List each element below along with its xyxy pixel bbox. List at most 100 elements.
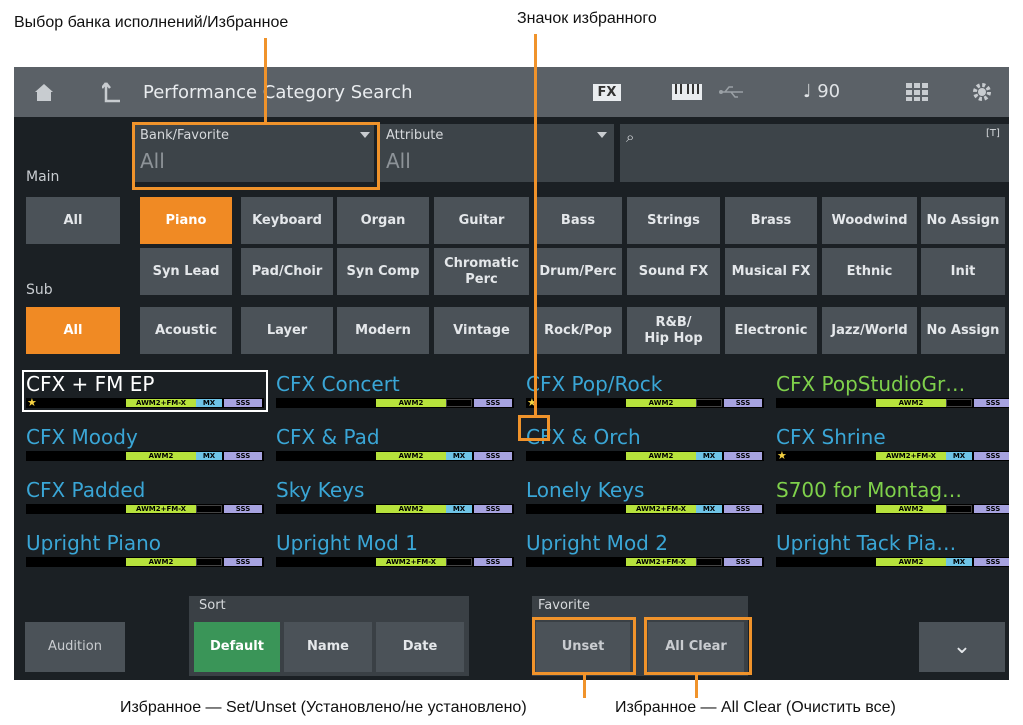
main-category-init[interactable]: Init bbox=[921, 248, 1005, 295]
tag-awm2: AWM2 bbox=[376, 452, 446, 460]
sort-date-button[interactable]: Date bbox=[376, 622, 464, 672]
back-arrow-icon[interactable] bbox=[94, 67, 130, 117]
performance-name: CFX Moody bbox=[26, 425, 138, 449]
tag-mx: MX bbox=[446, 452, 472, 460]
tag-mx bbox=[946, 505, 972, 513]
sub-category-no-assign[interactable]: No Assign bbox=[921, 307, 1005, 354]
performance-name: Upright Piano bbox=[26, 531, 162, 555]
performance-item[interactable]: CFX & Pad AWM2 MX SSS bbox=[272, 425, 516, 465]
leader-line-bank bbox=[264, 38, 267, 123]
keyboard-icon[interactable] bbox=[669, 67, 705, 117]
tag-mx bbox=[696, 399, 722, 407]
sort-default-button[interactable]: Default bbox=[194, 622, 280, 672]
performance-item[interactable]: Sky Keys AWM2 MX SSS bbox=[272, 478, 516, 518]
main-label: Main bbox=[26, 169, 60, 185]
performance-item[interactable]: Upright Tack Pia… AWM2 MX SSS bbox=[772, 531, 1009, 571]
performance-name: CFX Concert bbox=[276, 372, 400, 396]
tag-awm2: AWM2+FM-X bbox=[626, 558, 696, 566]
performance-name: CFX Pop/Rock bbox=[526, 372, 663, 396]
main-category-guitar[interactable]: Guitar bbox=[434, 197, 529, 244]
performance-item[interactable]: CFX Shrine AWM2+FM-X MX SSS ★ bbox=[772, 425, 1009, 465]
tag-sss: SSS bbox=[224, 452, 262, 460]
grid-menu-icon[interactable] bbox=[899, 67, 935, 117]
tag-awm2: AWM2 bbox=[876, 399, 946, 407]
callout-box-favorite-icon bbox=[518, 415, 550, 441]
sort-name-button[interactable]: Name bbox=[284, 622, 372, 672]
callout-favorite-set-unset: Избранное — Set/Unset (Установлено/не ус… bbox=[120, 699, 527, 716]
tag-awm2: AWM2 bbox=[876, 558, 946, 566]
attribute-select[interactable]: Attribute All bbox=[380, 124, 614, 182]
performance-item[interactable]: CFX & Orch AWM2 MX SSS bbox=[522, 425, 766, 465]
sub-category-rock-pop[interactable]: Rock/Pop bbox=[534, 307, 622, 354]
main-category-keyboard[interactable]: Keyboard bbox=[241, 197, 333, 244]
main-category-pad-choir[interactable]: Pad/Choir bbox=[241, 248, 333, 295]
tag-mx: MX bbox=[946, 558, 972, 566]
sub-category-acoustic[interactable]: Acoustic bbox=[140, 307, 232, 354]
performance-item[interactable]: CFX Concert AWM2 SSS bbox=[272, 372, 516, 412]
sub-category-modern[interactable]: Modern bbox=[337, 307, 429, 354]
tag-mx bbox=[696, 558, 722, 566]
attribute-value: All bbox=[386, 149, 411, 173]
main-category-no-assign[interactable]: No Assign bbox=[921, 197, 1005, 244]
main-category-syn-comp[interactable]: Syn Comp bbox=[337, 248, 429, 295]
tag-sss: SSS bbox=[474, 452, 512, 460]
sub-category-all[interactable]: All bbox=[26, 307, 120, 354]
usb-icon bbox=[714, 67, 750, 117]
tag-awm2: AWM2 bbox=[376, 399, 446, 407]
gear-icon[interactable] bbox=[964, 67, 1000, 117]
main-category-organ[interactable]: Organ bbox=[337, 197, 429, 244]
audition-button[interactable]: Audition bbox=[25, 622, 125, 672]
main-category-woodwind[interactable]: Woodwind bbox=[822, 197, 917, 244]
performance-item[interactable]: CFX PopStudioGr… AWM2 SSS bbox=[772, 372, 1009, 412]
performance-item[interactable]: CFX Pop/Rock AWM2 SSS ★ bbox=[522, 372, 766, 412]
favorite-star-icon: ★ bbox=[777, 449, 787, 462]
tag-awm2: AWM2 bbox=[626, 452, 696, 460]
main-category-strings[interactable]: Strings bbox=[627, 197, 720, 244]
sub-category-jazz-world[interactable]: Jazz/World bbox=[822, 307, 917, 354]
main-category-ethnic[interactable]: Ethnic bbox=[822, 248, 917, 295]
performance-attribute-strip: AWM2+FM-X MX SSS bbox=[776, 451, 1009, 461]
performance-item[interactable]: Upright Mod 1 AWM2+FM-X SSS bbox=[272, 531, 516, 571]
performance-item[interactable]: Upright Piano AWM2 SSS bbox=[22, 531, 266, 571]
sub-category-layer[interactable]: Layer bbox=[241, 307, 333, 354]
main-category-chromatic-perc[interactable]: Chromatic Perc bbox=[434, 248, 529, 295]
main-category-sound-fx[interactable]: Sound FX bbox=[627, 248, 720, 295]
fx-icon[interactable]: FX bbox=[584, 67, 630, 117]
sub-category-r-b-hip-hop[interactable]: R&B/ Hip Hop bbox=[627, 307, 720, 354]
performance-item[interactable]: CFX Padded AWM2+FM-X SSS bbox=[22, 478, 266, 518]
performance-list: CFX + FM EP AWM2+FM-X MX SSS ★ CFX Concert AWM… bbox=[22, 370, 1009, 584]
performance-item[interactable]: S700 for Montag… AWM2 SSS bbox=[772, 478, 1009, 518]
tag-mx bbox=[446, 399, 472, 407]
favorite-label: Favorite bbox=[538, 598, 590, 613]
performance-item[interactable]: Upright Mod 2 AWM2+FM-X SSS bbox=[522, 531, 766, 571]
sub-category-electronic[interactable]: Electronic bbox=[725, 307, 817, 354]
tag-sss: SSS bbox=[224, 505, 262, 513]
tag-sss: SSS bbox=[974, 558, 1009, 566]
tempo-display[interactable]: ♩ 90 bbox=[803, 81, 840, 102]
tag-mx bbox=[196, 505, 222, 513]
main-category-drum-perc[interactable]: Drum/Perc bbox=[534, 248, 622, 295]
tag-mx: MX bbox=[696, 452, 722, 460]
performance-item[interactable]: Lonely Keys AWM2+FM-X MX SSS bbox=[522, 478, 766, 518]
main-category-brass[interactable]: Brass bbox=[725, 197, 817, 244]
header-bar: Performance Category Search FX ♩ 90 bbox=[14, 67, 1009, 117]
sort-label: Sort bbox=[199, 598, 226, 613]
main-category-syn-lead[interactable]: Syn Lead bbox=[140, 248, 232, 295]
tag-awm2: AWM2 bbox=[126, 558, 196, 566]
main-category-piano[interactable]: Piano bbox=[140, 197, 232, 244]
search-input[interactable]: ⌕ [T] bbox=[620, 124, 1009, 182]
tag-mx: MX bbox=[946, 452, 972, 460]
performance-name: Upright Mod 2 bbox=[526, 531, 668, 555]
main-category-bass[interactable]: Bass bbox=[534, 197, 622, 244]
performance-attribute-strip: AWM2 MX SSS bbox=[26, 451, 264, 461]
performance-attribute-strip: AWM2 MX SSS bbox=[776, 557, 1009, 567]
sub-category-vintage[interactable]: Vintage bbox=[434, 307, 529, 354]
performance-item[interactable]: CFX Moody AWM2 MX SSS bbox=[22, 425, 266, 465]
main-category-musical-fx[interactable]: Musical FX bbox=[725, 248, 817, 295]
performance-attribute-strip: AWM2 SSS bbox=[26, 557, 264, 567]
more-options-button[interactable]: ⌄ bbox=[919, 622, 1005, 672]
main-category-all[interactable]: All bbox=[26, 197, 120, 244]
performance-item[interactable]: CFX + FM EP AWM2+FM-X MX SSS ★ bbox=[22, 370, 268, 412]
home-icon[interactable] bbox=[26, 67, 62, 117]
tag-sss: SSS bbox=[474, 558, 512, 566]
